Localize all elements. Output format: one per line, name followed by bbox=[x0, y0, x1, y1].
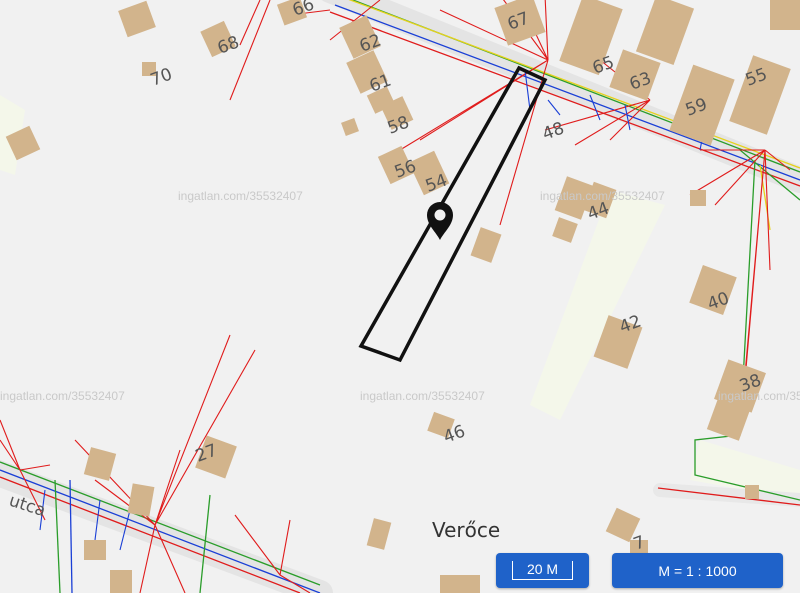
watermark: ingatlan.com/35532407 bbox=[718, 389, 800, 403]
scale-ratio-label: M = 1 : 1000 bbox=[658, 562, 737, 579]
watermark: ingatlan.com/35532407 bbox=[0, 389, 125, 403]
scale-bar-button[interactable]: 20 M bbox=[496, 553, 589, 588]
map-background bbox=[0, 0, 800, 593]
watermark: ingatlan.com/35532407 bbox=[360, 389, 485, 403]
map-canvas[interactable]: 66 68 70 62 61 58 56 54 67 65 63 59 55 4… bbox=[0, 0, 800, 593]
scale-bar-label: 20 M bbox=[511, 561, 574, 580]
watermark: ingatlan.com/35532407 bbox=[540, 189, 665, 203]
place-name: Verőce bbox=[432, 518, 500, 542]
watermark: ingatlan.com/35532407 bbox=[178, 189, 303, 203]
scale-ratio-button[interactable]: M = 1 : 1000 bbox=[612, 553, 783, 588]
